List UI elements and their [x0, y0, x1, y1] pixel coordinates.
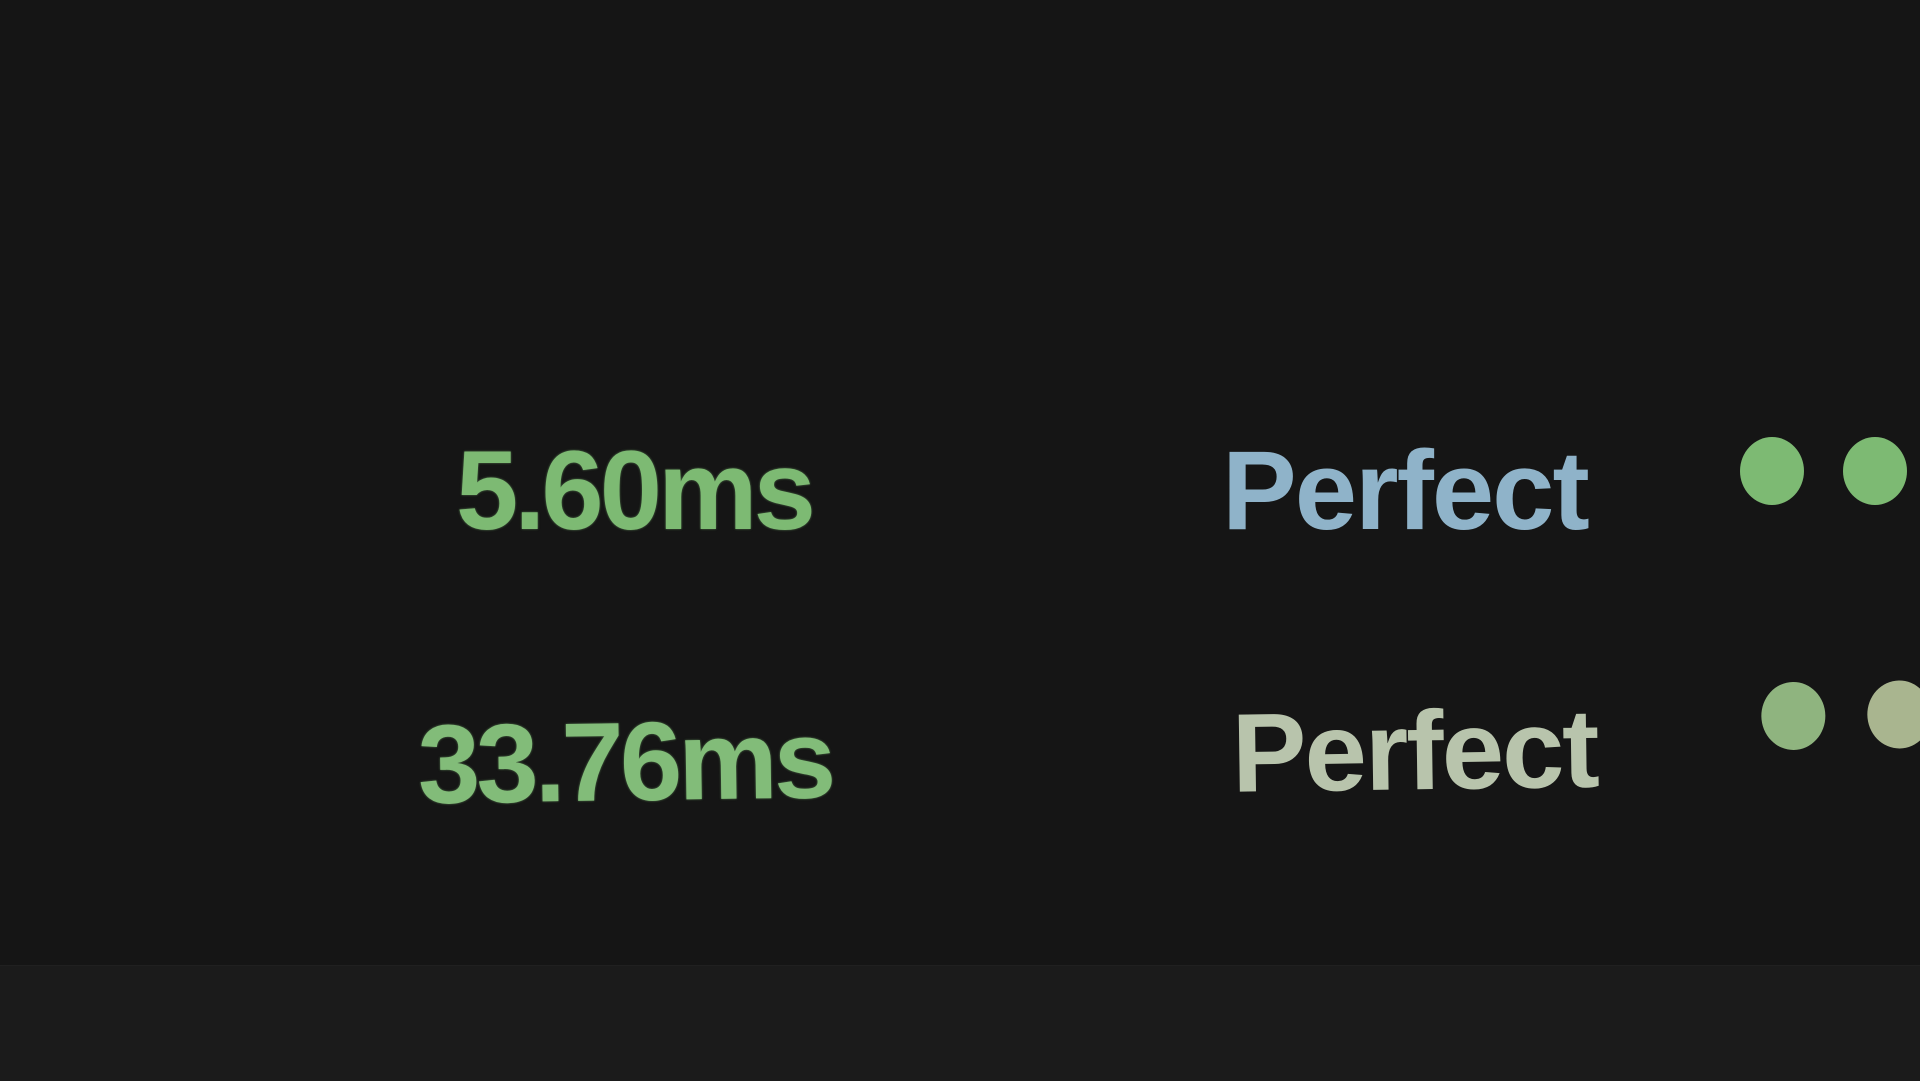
- monitor-bezel: [0, 965, 1920, 1081]
- display-screen: 5.60ms Perfect 33.76ms Perfect: [0, 0, 1920, 965]
- latency-value: 5.60ms: [456, 428, 816, 553]
- latency-value: 33.76ms: [417, 696, 833, 828]
- latency-rating: Perfect: [1222, 428, 1590, 553]
- status-dot-icon: [1760, 681, 1826, 751]
- status-dot-icon: [1740, 437, 1804, 505]
- status-dot-icon: [1843, 437, 1907, 505]
- latency-rating: Perfect: [1230, 685, 1599, 816]
- latency-row: 5.60ms Perfect: [0, 425, 1920, 565]
- latency-row: 33.76ms Perfect: [0, 680, 1920, 845]
- status-dot-icon: [1866, 680, 1920, 749]
